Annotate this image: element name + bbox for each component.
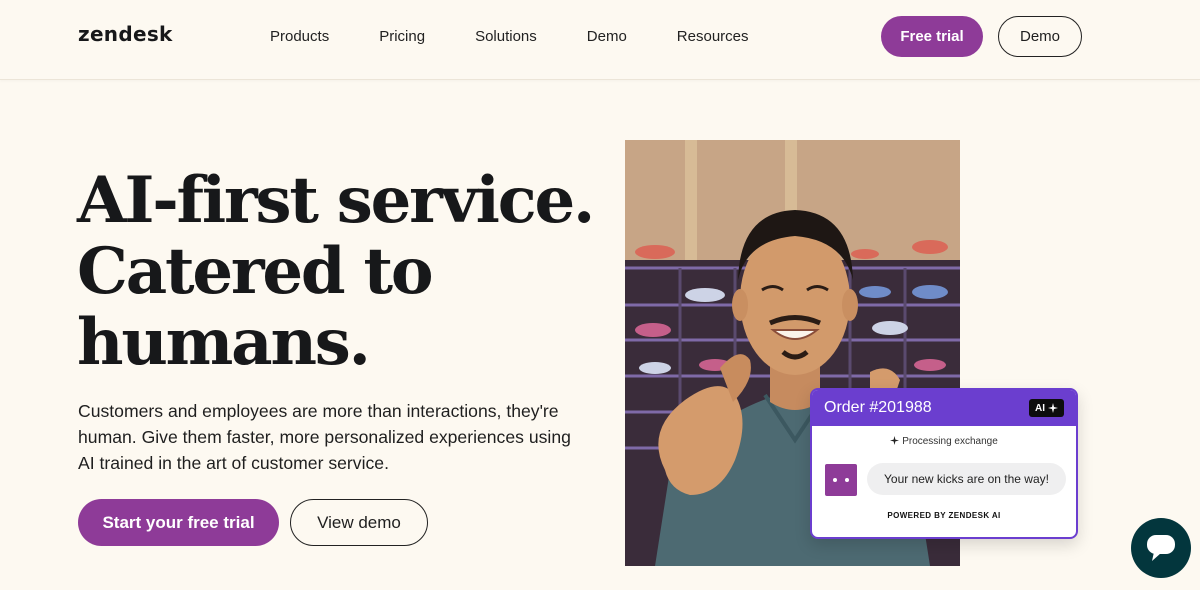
main-nav: Products Pricing Solutions Demo Resource… [270, 28, 799, 45]
ai-badge-label: AI [1035, 402, 1045, 414]
processing-status: Processing exchange [812, 436, 1076, 447]
zendesk-logo[interactable]: zendesk [78, 22, 173, 46]
site-header: zendesk Products Pricing Solutions Demo … [0, 0, 1200, 80]
hero-title-line-3: humans. [77, 305, 371, 380]
powered-by-label: POWERED BY ZENDESK AI [887, 511, 1001, 520]
nav-demo[interactable]: Demo [587, 28, 627, 45]
hero-title-line-2: Catered to [77, 234, 434, 309]
chat-bubble-icon [1147, 535, 1175, 561]
bot-avatar [825, 464, 857, 496]
ai-badge: AI [1029, 399, 1064, 417]
order-title: Order #201988 [824, 399, 932, 416]
hero-subtitle: Customers and employees are more than in… [78, 401, 571, 473]
demo-button[interactable]: Demo [998, 16, 1082, 57]
nav-resources[interactable]: Resources [677, 28, 749, 45]
order-card: Order #201988 AI Processing exchange You… [810, 388, 1078, 539]
nav-products[interactable]: Products [270, 28, 329, 45]
bot-avatar-eye-left [833, 478, 837, 482]
sparkle-icon [890, 436, 900, 445]
chat-message-bubble: Your new kicks are on the way! [867, 463, 1066, 495]
start-free-trial-button[interactable]: Start your free trial [78, 499, 279, 546]
order-card-header: Order #201988 AI [812, 390, 1076, 426]
free-trial-button[interactable]: Free trial [881, 16, 983, 57]
hero-title: AI-first service. Catered to humans. [77, 165, 597, 378]
nav-pricing[interactable]: Pricing [379, 28, 425, 45]
chat-launcher-button[interactable] [1131, 518, 1191, 578]
bot-avatar-eye-right [845, 478, 849, 482]
processing-label: Processing exchange [902, 436, 998, 447]
hero-title-line-1: AI-first service. [77, 163, 595, 238]
view-demo-button[interactable]: View demo [290, 499, 428, 546]
nav-solutions[interactable]: Solutions [475, 28, 537, 45]
sparkle-icon [1048, 403, 1058, 413]
